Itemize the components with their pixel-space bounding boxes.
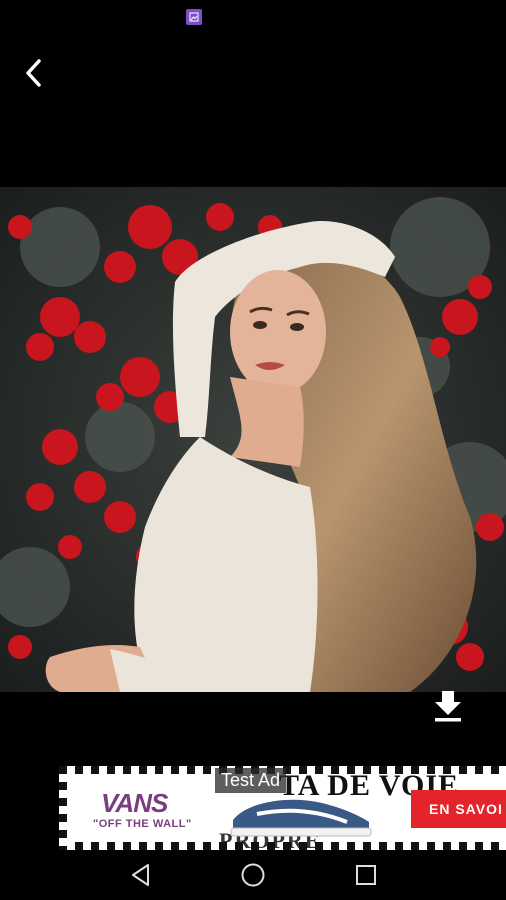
- system-navigation-bar: [0, 850, 506, 900]
- nav-recents-icon: [356, 865, 376, 885]
- ad-brand-tagline: "OFF THE WALL": [93, 818, 192, 830]
- back-arrow-icon: [26, 59, 41, 87]
- shoe-image: [230, 799, 372, 837]
- nav-back-button[interactable]: [126, 860, 156, 890]
- download-icon: [435, 691, 461, 722]
- ad-border-left: [59, 766, 67, 850]
- ad-banner[interactable]: VANS "OFF THE WALL" TA DE VOIE PROPRE Te…: [59, 766, 506, 850]
- ad-cta-button[interactable]: EN SAVOI: [411, 790, 506, 828]
- test-ad-badge: Test Ad: [215, 768, 287, 793]
- download-button[interactable]: [430, 688, 466, 724]
- back-button[interactable]: [16, 56, 50, 90]
- nav-recents-button[interactable]: [351, 860, 381, 890]
- gallery-notification-icon: [186, 9, 202, 25]
- nav-back-icon: [132, 864, 149, 886]
- nav-home-button[interactable]: [238, 860, 268, 890]
- ad-brand-logo: VANS: [101, 788, 168, 818]
- nav-home-icon: [241, 863, 265, 887]
- wallpaper-image: [0, 187, 506, 692]
